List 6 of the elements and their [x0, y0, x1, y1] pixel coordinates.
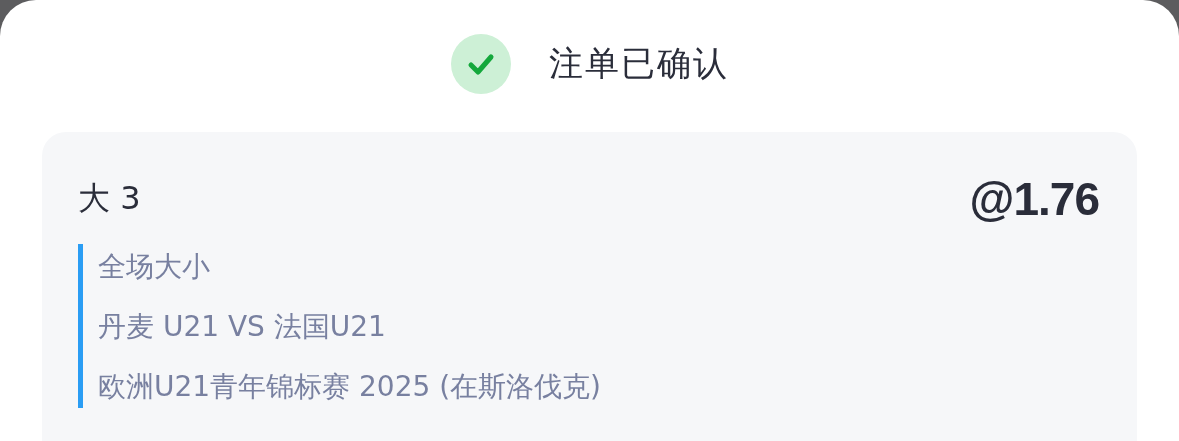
bet-selection: 大 3: [78, 178, 141, 219]
detail-text: 丹麦 U21 VS 法国U21: [98, 309, 387, 345]
sheet-title: 注单已确认: [548, 42, 729, 85]
detail-text: 欧洲U21青年锦标赛 2025 (在斯洛伐克): [98, 369, 603, 405]
bet-odds: @1.76: [969, 172, 1099, 226]
detail-text: 全场大小: [98, 249, 211, 285]
